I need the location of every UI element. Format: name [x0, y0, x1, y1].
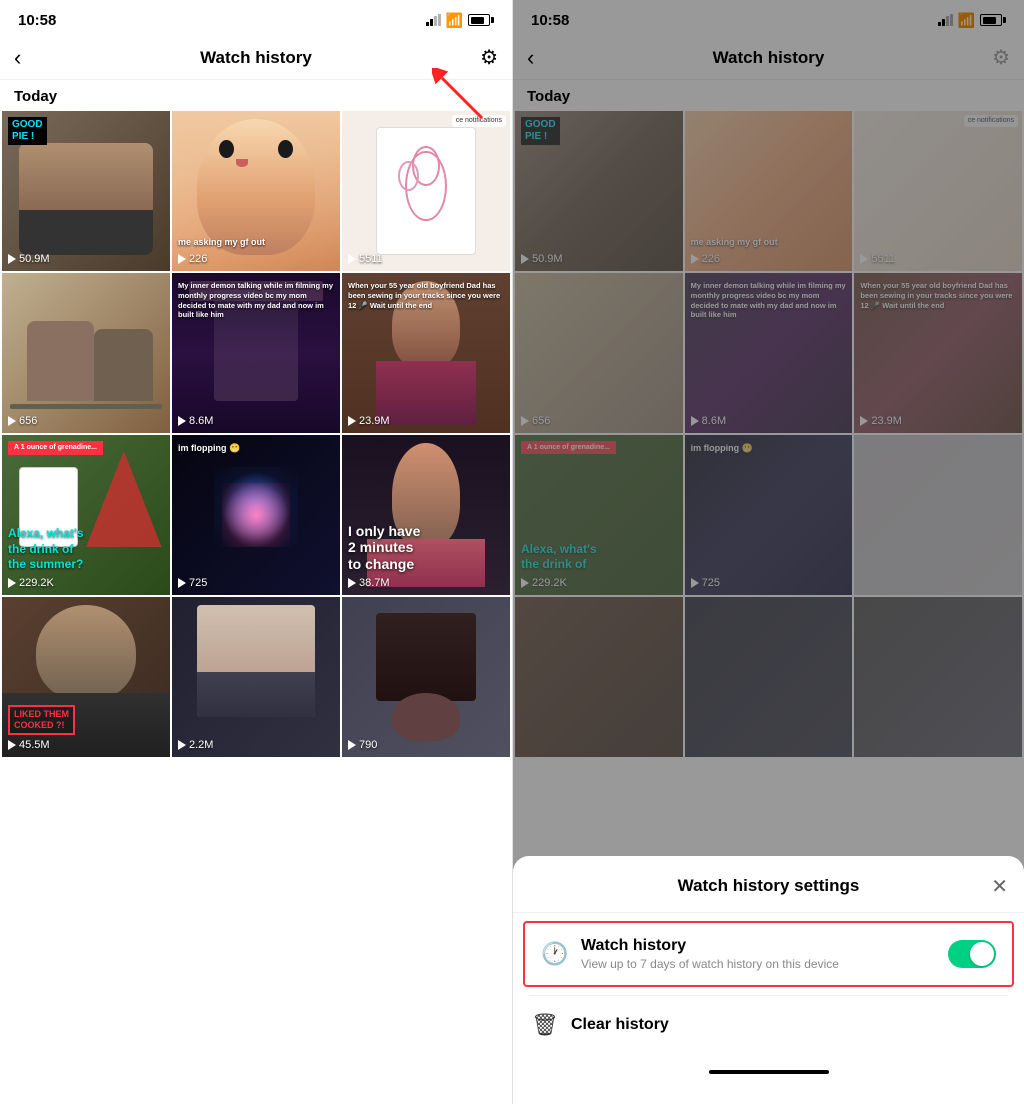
video-count-4: 656: [8, 415, 37, 427]
video-thumb-2[interactable]: me asking my gf out 226: [172, 111, 340, 271]
video-thumb-10[interactable]: LIKED THEMCOOKED ?! 45.5M: [2, 597, 170, 757]
video-teal-7: Alexa, what'sthe drink ofthe summer?: [8, 526, 164, 573]
video-count-11: 2.2M: [178, 739, 213, 751]
video-thumb-3[interactable]: ce notifications 5511: [342, 111, 510, 271]
watch-history-sublabel: View up to 7 days of watch history on th…: [581, 957, 936, 971]
video-grid-left: GOODPIE ! 50.9M me asking my gf out 226: [0, 111, 512, 1104]
video-big-text-9: I only have2 minutesto change: [348, 523, 504, 573]
clear-history-label: Clear history: [571, 1016, 1006, 1034]
back-button-left[interactable]: ‹: [14, 45, 21, 71]
video-count-3: 5511: [348, 253, 383, 265]
watch-history-label: Watch history: [581, 937, 936, 955]
video-liked-badge-10: LIKED THEMCOOKED ?!: [8, 705, 75, 735]
watch-history-row[interactable]: 🕐 Watch history View up to 7 days of wat…: [523, 921, 1014, 987]
clear-history-content: Clear history: [571, 1016, 1006, 1034]
status-icons-left: 📶: [426, 12, 494, 29]
video-count-10: 45.5M: [8, 739, 50, 751]
video-label-1: GOODPIE !: [8, 117, 47, 145]
video-overlay-8: im flopping 😬: [178, 443, 334, 455]
right-phone-panel: 10:58 📶 ‹ Watch history ⚙ Today GOODPIE …: [512, 0, 1024, 1104]
clear-history-row[interactable]: 🗑 Clear history: [513, 996, 1024, 1054]
watch-history-toggle[interactable]: [948, 940, 996, 968]
watch-history-content: Watch history View up to 7 days of watch…: [581, 937, 936, 971]
wifi-icon-left: 📶: [446, 12, 463, 29]
video-count-7: 229.2K: [8, 577, 54, 589]
gear-button-left[interactable]: ⚙: [480, 45, 498, 70]
video-count-6: 23.9M: [348, 415, 390, 427]
video-count-8: 725: [178, 577, 207, 589]
home-indicator: [709, 1070, 829, 1074]
toggle-knob: [970, 942, 994, 966]
video-thumb-8[interactable]: im flopping 😬 725: [172, 435, 340, 595]
annotation-arrow: [432, 68, 492, 133]
sheet-title: Watch history settings: [678, 876, 860, 896]
video-thumb-5[interactable]: My inner demon talking while im filming …: [172, 273, 340, 433]
clear-history-icon: 🗑: [531, 1012, 559, 1038]
page-title-left: Watch history: [200, 48, 312, 68]
video-thumb-11[interactable]: 2.2M: [172, 597, 340, 757]
video-count-5: 8.6M: [178, 415, 213, 427]
battery-icon-left: [468, 14, 494, 26]
video-thumb-1[interactable]: GOODPIE ! 50.9M: [2, 111, 170, 271]
video-overlay-2: me asking my gf out: [178, 237, 334, 249]
video-thumb-4[interactable]: 656: [2, 273, 170, 433]
video-count-2: 226: [178, 253, 207, 265]
watch-history-icon: 🕐: [541, 941, 569, 967]
signal-icon-left: [426, 14, 441, 26]
video-overlay-5: My inner demon talking while im filming …: [178, 281, 334, 320]
video-thumb-7[interactable]: A 1 ounce of grenadine... Alexa, what'st…: [2, 435, 170, 595]
video-overlay-6: When your 55 year old boyfriend Dad has …: [348, 281, 504, 310]
video-thumb-12[interactable]: 790: [342, 597, 510, 757]
video-count-9: 38.7M: [348, 577, 390, 589]
sheet-header: Watch history settings ✕: [513, 856, 1024, 913]
status-time-left: 10:58: [18, 12, 56, 29]
video-red-badge-7: A 1 ounce of grenadine...: [8, 441, 103, 455]
video-thumb-9[interactable]: I only have2 minutesto change 38.7M: [342, 435, 510, 595]
video-count-1: 50.9M: [8, 253, 50, 265]
bottom-sheet: Watch history settings ✕ 🕐 Watch history…: [513, 856, 1024, 1104]
video-thumb-6[interactable]: When your 55 year old boyfriend Dad has …: [342, 273, 510, 433]
left-phone-panel: 10:58 📶 ‹ Watch history ⚙ T: [0, 0, 512, 1104]
sheet-close-button[interactable]: ✕: [991, 874, 1008, 899]
status-bar-left: 10:58 📶: [0, 0, 512, 36]
video-count-12: 790: [348, 739, 377, 751]
